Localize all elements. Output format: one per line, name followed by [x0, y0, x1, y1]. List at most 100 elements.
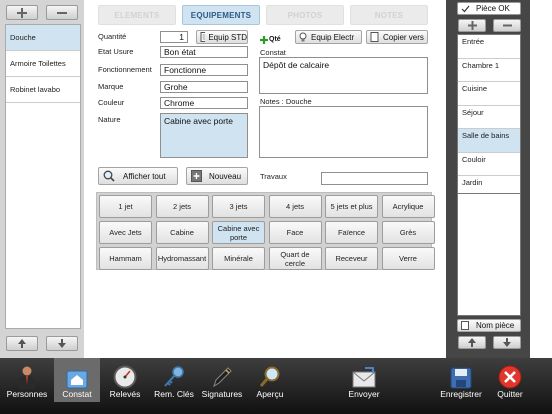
- gauge-icon: [113, 365, 137, 389]
- travaux-field[interactable]: [321, 172, 428, 185]
- nature-option-button[interactable]: 5 jets et plus: [325, 195, 378, 218]
- piece-ok-checkbox[interactable]: Pièce OK: [457, 2, 521, 15]
- room-item[interactable]: Chambre 1: [458, 59, 520, 82]
- lightbulb-icon: [299, 32, 307, 42]
- copy-icon: [370, 32, 379, 42]
- afficher-tout-label: Afficher tout: [123, 171, 166, 181]
- fonctionnement-field[interactable]: Fonctionne: [160, 64, 248, 76]
- magnifier-icon: [259, 366, 280, 387]
- toolbar-rem-cles[interactable]: Rem. Clés: [150, 358, 198, 402]
- marque-field[interactable]: Grohe: [160, 81, 248, 93]
- toolbar-constat-label: Constat: [62, 389, 92, 399]
- nom-piece-label: Nom pièce: [476, 321, 515, 330]
- nature-option-button[interactable]: 1 jet: [99, 195, 152, 218]
- arrow-up-icon: [468, 338, 476, 347]
- nature-field[interactable]: Cabine avec porte: [160, 113, 248, 158]
- nature-option-button[interactable]: Faïence: [325, 221, 378, 244]
- nature-option-button[interactable]: Avec Jets: [99, 221, 152, 244]
- travaux-label: Travaux: [260, 172, 287, 181]
- quantite-field[interactable]: 1: [160, 31, 188, 43]
- toolbar-envoyer[interactable]: Envoyer: [340, 358, 388, 402]
- nature-option-button[interactable]: 3 jets: [212, 195, 265, 218]
- add-item-button[interactable]: [6, 5, 38, 20]
- toolbar-signatures[interactable]: Signatures: [199, 358, 245, 402]
- couleur-field[interactable]: Chrome: [160, 97, 248, 109]
- room-item[interactable]: Salle de bains: [458, 129, 520, 153]
- tab-notes[interactable]: NOTES: [350, 5, 428, 25]
- toolbar-releves[interactable]: Relevés: [103, 358, 147, 402]
- equip-std-button[interactable]: Equip STD: [196, 30, 248, 44]
- toolbar-personnes[interactable]: Personnes: [3, 358, 51, 402]
- toolbar-enregistrer-label: Enregistrer: [440, 389, 482, 399]
- equipment-list: Douche Armoire Toilettes Robinet lavabo: [5, 24, 81, 329]
- toolbar-apercu-label: Aperçu: [256, 389, 284, 399]
- remove-item-button[interactable]: [46, 5, 78, 20]
- list-item[interactable]: Douche: [6, 25, 80, 51]
- constat-field[interactable]: Dépôt de calcaire: [259, 57, 428, 94]
- arrow-down-icon: [58, 339, 66, 348]
- toolbar-releves-label: Relevés: [109, 389, 141, 399]
- green-plus-icon: [260, 35, 268, 44]
- equip-electr-label: Equip Electr: [311, 32, 355, 42]
- tab-equipements[interactable]: EQUIPEMENTS: [182, 5, 260, 25]
- room-item[interactable]: Séjour: [458, 106, 520, 129]
- close-icon: [498, 365, 522, 389]
- person-icon: [19, 366, 35, 389]
- bottom-toolbar: Personnes Constat Relevés Rem. Clés Sign…: [0, 358, 552, 414]
- room-item[interactable]: Cuisine: [458, 82, 520, 106]
- move-down-button[interactable]: [46, 336, 78, 351]
- nature-option-button[interactable]: Receveur: [325, 247, 378, 270]
- toolbar-enregistrer[interactable]: Enregistrer: [436, 358, 486, 402]
- toolbar-quitter[interactable]: Quitter: [489, 358, 531, 402]
- move-up-button[interactable]: [6, 336, 38, 351]
- nature-option-button[interactable]: Quart de cercle: [268, 247, 322, 270]
- arrow-up-icon: [18, 339, 26, 348]
- quantite-label: Quantité: [98, 32, 127, 41]
- house-icon: [66, 370, 88, 389]
- nature-option-button[interactable]: Hydromassant: [155, 247, 209, 270]
- equip-std-label: Equip STD: [208, 32, 247, 42]
- room-item[interactable]: Couloir: [458, 153, 520, 176]
- toolbar-signatures-label: Signatures: [201, 389, 243, 399]
- toolbar-envoyer-label: Envoyer: [348, 389, 380, 399]
- notes-field[interactable]: [259, 106, 428, 158]
- toolbar-constat[interactable]: Constat: [54, 358, 100, 402]
- room-up-button[interactable]: [458, 336, 486, 349]
- list-item[interactable]: Robinet lavabo: [6, 77, 80, 103]
- nature-option-button[interactable]: Acrylique: [381, 195, 435, 218]
- toolbar-rem-cles-label: Rem. Clés: [154, 389, 194, 399]
- nouveau-button[interactable]: Nouveau: [186, 167, 248, 185]
- room-list: Entrée Chambre 1 Cuisine Séjour Salle de…: [457, 34, 521, 194]
- toolbar-personnes-label: Personnes: [6, 389, 48, 399]
- room-down-button[interactable]: [493, 336, 521, 349]
- afficher-tout-button[interactable]: Afficher tout: [98, 167, 178, 185]
- toolbar-apercu[interactable]: Aperçu: [248, 358, 292, 402]
- arrow-down-icon: [503, 338, 511, 347]
- nature-options-grid: 1 jet 2 jets 3 jets 4 jets 5 jets et plus Acr…: [96, 192, 435, 270]
- qte-button[interactable]: Qté: [260, 33, 286, 46]
- room-item[interactable]: Entrée: [458, 35, 520, 59]
- nature-option-button[interactable]: Face: [268, 221, 322, 244]
- nature-option-button[interactable]: 4 jets: [268, 195, 322, 218]
- nom-piece-button[interactable]: Nom pièce: [457, 319, 521, 332]
- list-item[interactable]: Armoire Toilettes: [6, 51, 80, 77]
- nature-option-button[interactable]: Cabine: [155, 221, 209, 244]
- tab-photos[interactable]: PHOTOS: [266, 5, 344, 25]
- nature-option-button[interactable]: Grès: [381, 221, 435, 244]
- room-list-empty-area: [457, 194, 521, 316]
- nature-option-button[interactable]: Verre: [381, 247, 435, 270]
- fonctionnement-label: Fonctionnement: [98, 65, 152, 74]
- add-room-button[interactable]: [458, 19, 486, 32]
- tab-elements[interactable]: ELEMENTS: [98, 5, 176, 25]
- equip-electr-button[interactable]: Equip Electr: [295, 30, 362, 44]
- nature-option-button[interactable]: 2 jets: [155, 195, 209, 218]
- nature-option-button[interactable]: Cabine avec porte: [212, 221, 265, 244]
- etat-field[interactable]: Bon état: [160, 46, 248, 58]
- nature-option-button[interactable]: Hammam: [99, 247, 152, 270]
- nature-option-button[interactable]: Minérale: [212, 247, 265, 270]
- minus-icon: [57, 11, 67, 14]
- copier-vers-button[interactable]: Copier vers: [366, 30, 428, 44]
- envelope-icon: [352, 367, 376, 388]
- save-icon: [450, 367, 472, 389]
- remove-room-button[interactable]: [493, 19, 521, 32]
